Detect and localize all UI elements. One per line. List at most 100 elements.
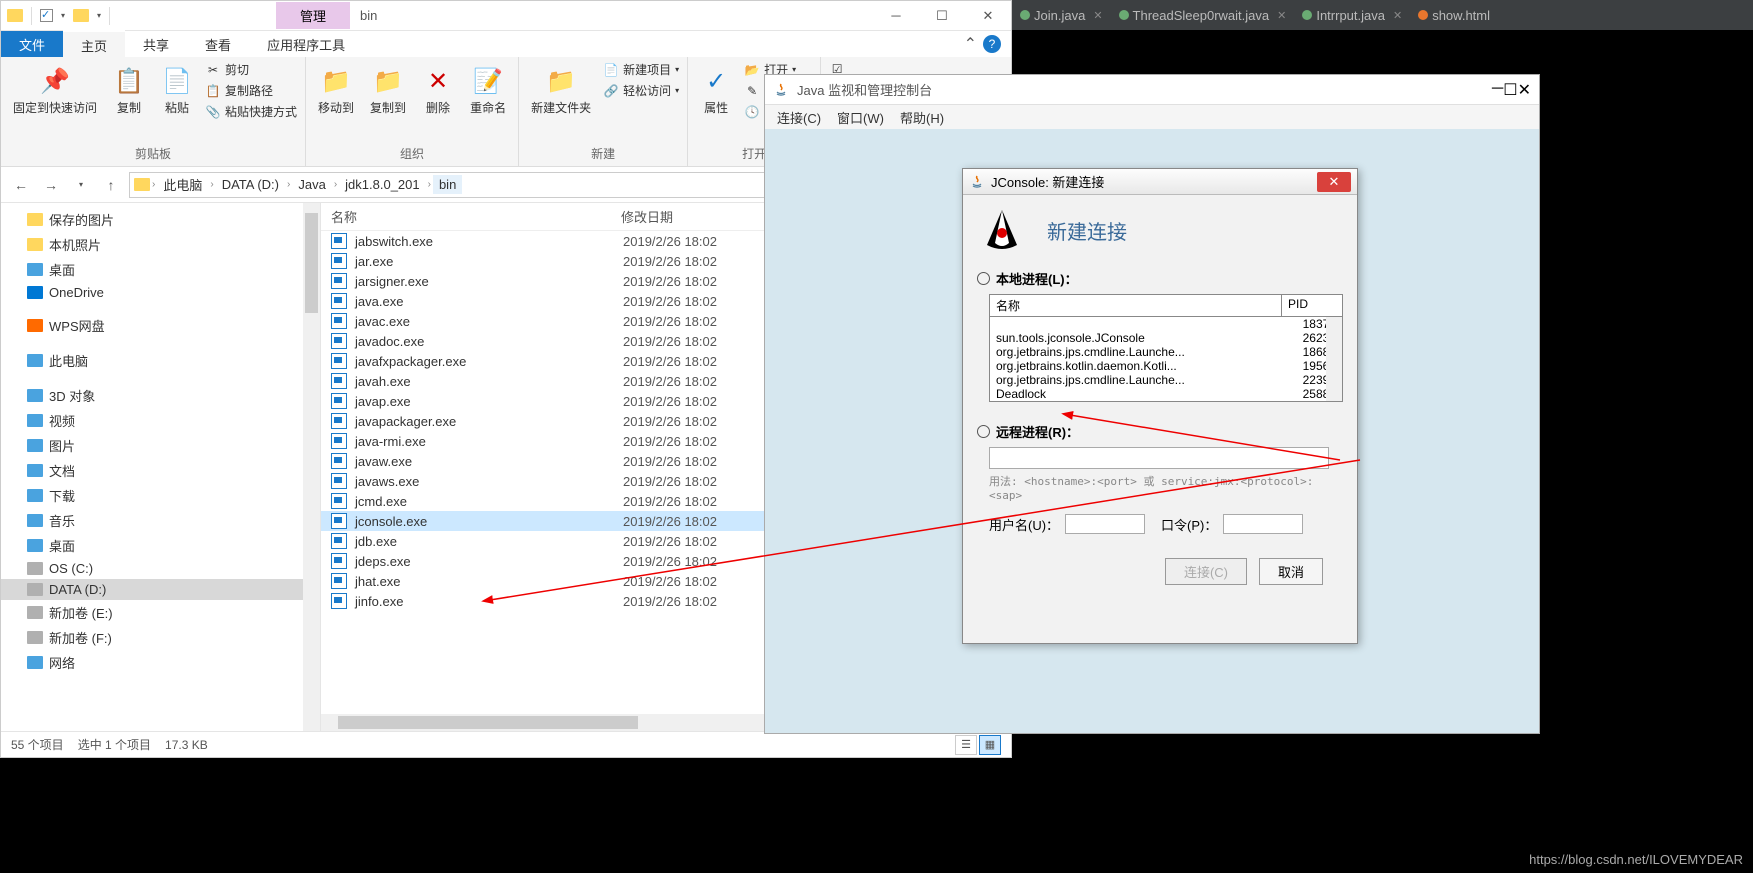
- exe-icon: [331, 493, 347, 509]
- doc-icon: [27, 464, 43, 477]
- cancel-button[interactable]: 取消: [1259, 558, 1323, 585]
- menu-connect[interactable]: 连接(C): [771, 106, 827, 129]
- paste-button[interactable]: 📄粘贴: [157, 61, 197, 120]
- close-icon[interactable]: ✕: [1093, 9, 1102, 22]
- tree-item[interactable]: 新加卷 (E:): [1, 600, 320, 625]
- process-row[interactable]: org.jetbrains.jps.cmdline.Launche...2239…: [990, 373, 1342, 387]
- local-process-radio[interactable]: 本地进程(L)：: [977, 269, 1343, 288]
- ide-tab[interactable]: Intrrput.java✕: [1294, 0, 1410, 30]
- exe-icon: [331, 233, 347, 249]
- tree-item[interactable]: OS (C:): [1, 558, 320, 579]
- ide-tab[interactable]: show.html: [1410, 0, 1498, 30]
- tree-item[interactable]: 本机照片: [1, 232, 320, 257]
- close-button[interactable]: ✕: [965, 1, 1011, 31]
- password-input[interactable]: [1223, 514, 1303, 534]
- username-label: 用户名(U)：: [989, 515, 1059, 534]
- process-name: sun.tools.jconsole.JConsole: [990, 331, 1282, 345]
- process-row[interactable]: sun.tools.jconsole.JConsole26232: [990, 331, 1342, 345]
- copyto-button[interactable]: 📁复制到: [366, 61, 410, 120]
- ide-tab[interactable]: ThreadSleep0rwait.java✕: [1111, 0, 1295, 30]
- tree-item[interactable]: 保存的图片: [1, 207, 320, 232]
- column-pid[interactable]: PID: [1282, 295, 1342, 316]
- back-button[interactable]: ←: [9, 173, 33, 197]
- pasteshortcut-button[interactable]: 📎粘贴快捷方式: [205, 103, 297, 120]
- column-name[interactable]: 名称: [331, 207, 621, 226]
- connect-button[interactable]: 连接(C): [1165, 558, 1247, 585]
- close-button[interactable]: ✕: [1317, 172, 1351, 192]
- process-row[interactable]: org.jetbrains.kotlin.daemon.Kotli...1956…: [990, 359, 1342, 373]
- details-view-button[interactable]: ☰: [955, 735, 977, 755]
- tree-item[interactable]: 下载: [1, 483, 320, 508]
- moveto-button[interactable]: 📁移动到: [314, 61, 358, 120]
- tree-item[interactable]: 新加卷 (F:): [1, 625, 320, 650]
- process-row[interactable]: 18376: [990, 317, 1342, 331]
- minimize-button[interactable]: ─: [1492, 80, 1503, 100]
- remote-process-radio[interactable]: 远程进程(R)：: [977, 422, 1343, 441]
- share-tab[interactable]: 共享: [125, 31, 187, 58]
- maximize-button[interactable]: ☐: [1503, 80, 1517, 100]
- tree-item-label: 本机照片: [49, 235, 101, 254]
- username-input[interactable]: [1065, 514, 1145, 534]
- tree-item-label: 视频: [49, 411, 75, 430]
- exe-icon: [331, 573, 347, 589]
- apptools-tab[interactable]: 应用程序工具: [249, 31, 363, 58]
- vertical-scrollbar[interactable]: [303, 203, 320, 731]
- view-tab[interactable]: 查看: [187, 31, 249, 58]
- tree-item[interactable]: DATA (D:): [1, 579, 320, 600]
- remote-address-input[interactable]: [989, 447, 1329, 469]
- tree-item[interactable]: 此电脑: [1, 348, 320, 373]
- pin-button[interactable]: 📌固定到快速访问: [9, 61, 101, 120]
- cut-button[interactable]: ✂剪切: [205, 61, 297, 78]
- process-row[interactable]: Deadlock25884: [990, 387, 1342, 401]
- watermark: https://blog.csdn.net/ILOVEMYDEAR: [1529, 852, 1743, 867]
- tree-item[interactable]: 图片: [1, 433, 320, 458]
- easyaccess-button[interactable]: 🔗轻松访问▾: [603, 82, 679, 99]
- tree-item[interactable]: WPS网盘: [1, 313, 320, 338]
- menu-help[interactable]: 帮助(H): [894, 106, 950, 129]
- column-name[interactable]: 名称: [990, 295, 1282, 316]
- recent-button[interactable]: ▾: [69, 173, 93, 197]
- tree-item[interactable]: 桌面: [1, 257, 320, 282]
- newfolder-button[interactable]: 📁新建文件夹: [527, 61, 595, 120]
- icons-view-button[interactable]: ▦: [979, 735, 1001, 755]
- minimize-button[interactable]: ─: [873, 1, 919, 31]
- copy-button[interactable]: 📋复制: [109, 61, 149, 120]
- close-button[interactable]: ✕: [1518, 80, 1531, 100]
- close-icon[interactable]: ✕: [1393, 9, 1402, 22]
- process-name: org.jetbrains.jps.cmdline.Launche...: [990, 345, 1282, 359]
- help-icon[interactable]: ?: [983, 35, 1001, 53]
- file-name: jconsole.exe: [355, 514, 615, 529]
- tree-item[interactable]: 桌面: [1, 533, 320, 558]
- tree-item-label: OneDrive: [49, 285, 104, 300]
- tree-item[interactable]: 文档: [1, 458, 320, 483]
- desktop-icon: [27, 263, 43, 276]
- tree-item-label: OS (C:): [49, 561, 93, 576]
- ide-tab[interactable]: Join.java✕: [1012, 0, 1111, 30]
- rename-button[interactable]: 📝重命名: [466, 61, 510, 120]
- up-button[interactable]: ↑: [99, 173, 123, 197]
- chevron-up-icon[interactable]: ⌃: [964, 34, 977, 54]
- vertical-scrollbar[interactable]: [1326, 317, 1342, 401]
- properties-button[interactable]: ✓属性: [696, 61, 736, 120]
- forward-button[interactable]: →: [39, 173, 63, 197]
- menu-window[interactable]: 窗口(W): [831, 106, 890, 129]
- tree-item[interactable]: 视频: [1, 408, 320, 433]
- chevron-down-icon[interactable]: ▾: [61, 11, 65, 20]
- delete-button[interactable]: ✕删除: [418, 61, 458, 120]
- download-icon: [27, 489, 43, 502]
- newitem-button[interactable]: 📄新建项目▾: [603, 61, 679, 78]
- file-name: jdeps.exe: [355, 554, 615, 569]
- manage-tab[interactable]: 管理: [276, 2, 350, 29]
- copypath-button[interactable]: 📋复制路径: [205, 82, 297, 99]
- tree-item[interactable]: 网络: [1, 650, 320, 675]
- tree-item[interactable]: OneDrive: [1, 282, 320, 303]
- tree-item[interactable]: 音乐: [1, 508, 320, 533]
- close-icon[interactable]: ✕: [1277, 9, 1286, 22]
- maximize-button[interactable]: ☐: [919, 1, 965, 31]
- checkbox-icon[interactable]: [40, 9, 53, 22]
- tree-item[interactable]: 3D 对象: [1, 383, 320, 408]
- home-tab[interactable]: 主页: [63, 30, 125, 59]
- process-row[interactable]: org.jetbrains.jps.cmdline.Launche...1868…: [990, 345, 1342, 359]
- file-tab[interactable]: 文件: [1, 31, 63, 58]
- file-name: jdb.exe: [355, 534, 615, 549]
